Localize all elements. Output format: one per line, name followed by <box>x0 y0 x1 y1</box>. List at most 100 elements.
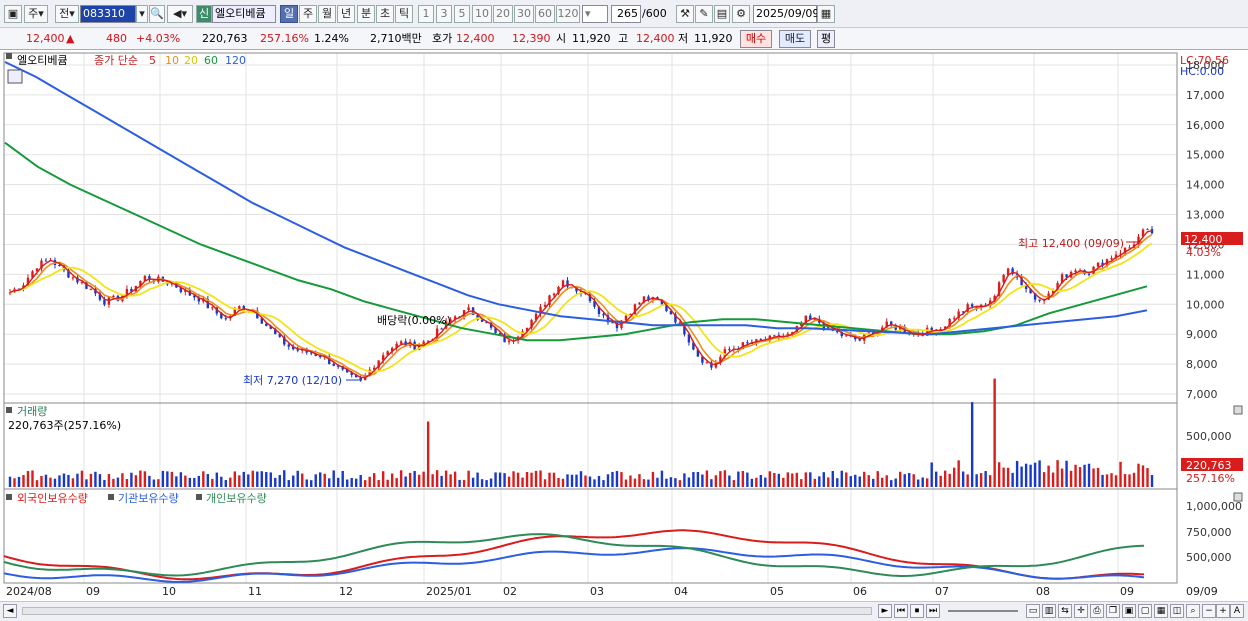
volume: 220,763 <box>202 32 248 45</box>
interval-120[interactable]: 120 <box>556 5 580 23</box>
volume-bar <box>292 475 295 487</box>
tab-second[interactable]: 초 <box>376 5 394 23</box>
legend-ma120[interactable]: 120 <box>225 54 246 67</box>
scroll-left-button[interactable]: ◄ <box>3 604 17 618</box>
copy-icon[interactable]: ❐ <box>1106 604 1120 618</box>
volume-bar <box>858 476 861 487</box>
legend-ma60[interactable]: 60 <box>204 54 218 67</box>
hc-label: HC:0.00 <box>1180 65 1224 78</box>
sell-button[interactable]: 매도 <box>779 30 811 48</box>
volume-bar <box>328 478 331 487</box>
stock-code-input[interactable]: 083310 <box>80 5 136 23</box>
zoom-icon[interactable]: ⌕ <box>1186 604 1200 618</box>
last-button[interactable]: ⏭ <box>926 604 940 618</box>
search-icon[interactable]: 🔍 <box>149 5 165 23</box>
volume-bar <box>651 471 655 487</box>
image-icon[interactable]: ▣ <box>1122 604 1136 618</box>
interval-60[interactable]: 60 <box>535 5 555 23</box>
stock-chart[interactable]: 18,00017,00016,00015,00014,00013,00012,0… <box>0 50 1248 621</box>
volume-bar <box>872 478 875 487</box>
date-tick: 09 <box>1120 585 1134 598</box>
scroll-right-button[interactable]: ► <box>878 604 892 618</box>
table-icon[interactable] <box>7 69 23 84</box>
interval-30[interactable]: 30 <box>514 5 534 23</box>
volume-bar <box>620 472 623 487</box>
plus-icon[interactable]: + <box>1216 604 1230 618</box>
candle-body <box>836 330 839 333</box>
tool-icon[interactable]: ⚒ <box>676 5 694 23</box>
legend-ma20[interactable]: 20 <box>184 54 198 67</box>
volume-bar <box>1092 468 1095 487</box>
cross-icon[interactable]: ✛ <box>1074 604 1088 618</box>
type-select-2[interactable]: 전▾ <box>55 5 79 23</box>
interval-1[interactable]: 1 <box>418 5 434 23</box>
volume-bar <box>494 472 497 487</box>
custom-interval-input[interactable]: ▾ <box>582 5 608 23</box>
interval-3[interactable]: 3 <box>436 5 452 23</box>
tab-year[interactable]: 년 <box>337 5 355 23</box>
chevron-down-icon[interactable]: ▾ <box>136 5 148 23</box>
legend-ma5[interactable]: 5 <box>149 54 156 67</box>
avg-button[interactable]: 평 <box>817 30 835 48</box>
type-select-1[interactable]: 주▾ <box>24 5 48 23</box>
price-change-pct: +4.03% <box>136 32 181 45</box>
draw-icon[interactable]: ✎ <box>695 5 713 23</box>
buy-button[interactable]: 매수 <box>740 30 772 48</box>
volume-bar <box>750 478 754 487</box>
chart-icon[interactable]: ◫ <box>1170 604 1184 618</box>
volume-bar <box>714 475 718 487</box>
volume-bar <box>979 473 983 487</box>
volume-bar <box>867 475 870 487</box>
tab-week[interactable]: 주 <box>299 5 317 23</box>
grid-icon[interactable]: ▦ <box>1154 604 1168 618</box>
chart-type-icon[interactable]: ▣ <box>4 5 22 23</box>
volume-bar <box>229 477 232 487</box>
volume-bar <box>431 474 434 487</box>
gear-icon[interactable]: ⚙ <box>732 5 750 23</box>
high-price: 12,400 <box>636 32 675 45</box>
stop-button[interactable]: ⏹ <box>910 604 924 618</box>
font-icon[interactable]: A <box>1230 604 1244 618</box>
volume-bar <box>903 474 906 487</box>
candle-body <box>211 307 214 309</box>
volume-bar <box>453 471 457 487</box>
count-input[interactable]: 265 <box>611 5 641 23</box>
minus-icon[interactable]: − <box>1202 604 1216 618</box>
print-icon[interactable]: ⎙ <box>1090 604 1104 618</box>
tab-minute[interactable]: 분 <box>357 5 375 23</box>
volume-panel-close-icon[interactable] <box>1233 405 1243 415</box>
tab-month[interactable]: 월 <box>318 5 336 23</box>
save-icon[interactable]: ▤ <box>714 5 730 23</box>
holding-panel-close-icon[interactable] <box>1233 492 1243 502</box>
volume-bar <box>1105 474 1109 487</box>
date-tick: 2024/08 <box>6 585 52 598</box>
price-tick: 7,000 <box>1186 388 1218 401</box>
tab-day[interactable]: 일 <box>280 5 298 23</box>
split-icon[interactable]: ▥ <box>1042 604 1056 618</box>
volume-bar <box>588 476 592 487</box>
volume-bar <box>498 472 502 487</box>
volume-bar <box>948 473 951 487</box>
volume-bar <box>363 480 367 487</box>
zoom-slider[interactable] <box>948 610 1018 612</box>
layout-icon[interactable]: ▭ <box>1026 604 1040 618</box>
volume-bar <box>157 479 160 487</box>
legend-ma10[interactable]: 10 <box>165 54 179 67</box>
first-button[interactable]: ⏮ <box>894 604 908 618</box>
volume-bar <box>58 475 61 487</box>
calendar-icon[interactable]: ▦ <box>817 5 835 23</box>
window-icon[interactable]: ▢ <box>1138 604 1152 618</box>
speaker-icon[interactable]: ◀▾ <box>167 5 193 23</box>
volume-bar <box>683 473 686 487</box>
interval-5[interactable]: 5 <box>454 5 470 23</box>
compare-icon[interactable]: ⇆ <box>1058 604 1072 618</box>
tab-tick[interactable]: 틱 <box>395 5 413 23</box>
volume-bar <box>863 471 866 487</box>
volume-bar <box>647 479 650 487</box>
scrollbar-track[interactable] <box>22 607 872 615</box>
volume-bar <box>579 471 583 487</box>
date-input[interactable]: 2025/09/09 <box>753 5 819 23</box>
interval-10[interactable]: 10 <box>472 5 492 23</box>
volume-bar <box>319 472 322 487</box>
interval-20[interactable]: 20 <box>493 5 513 23</box>
